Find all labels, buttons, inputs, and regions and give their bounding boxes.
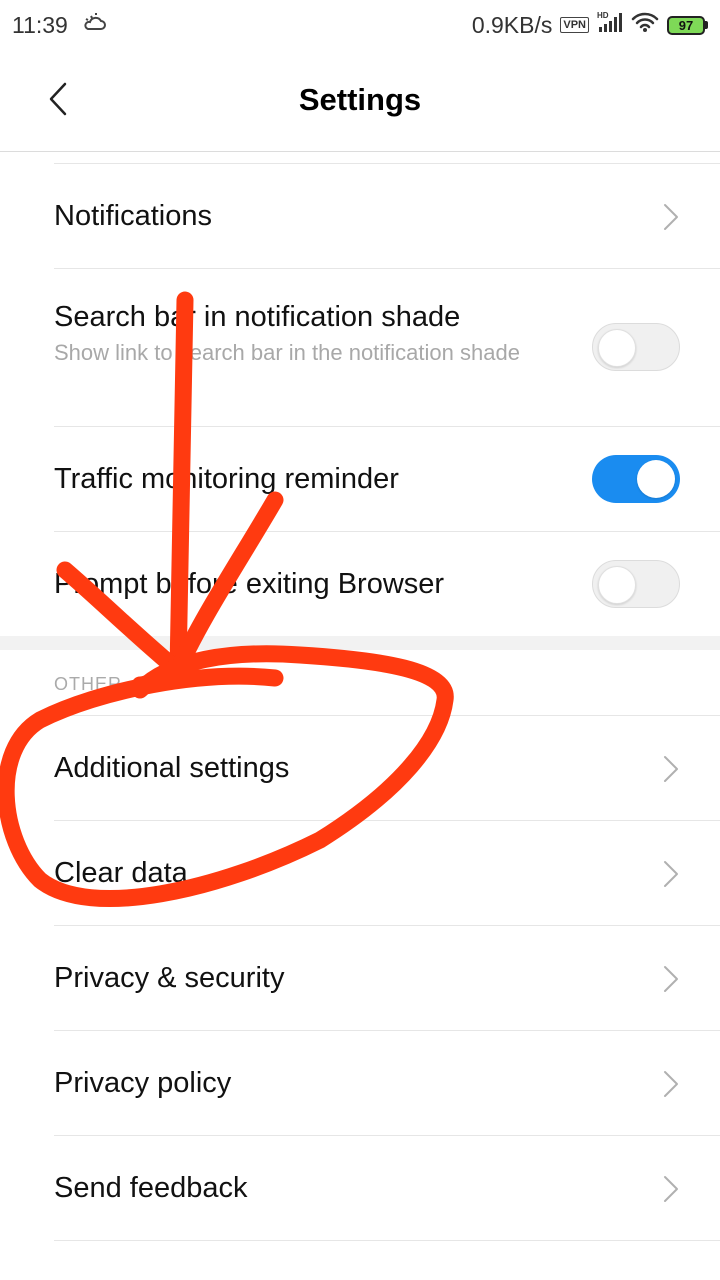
status-bar: 11:39 0.9KB/s VPN HD 97	[0, 0, 720, 50]
prompt-exit-row[interactable]: Prompt before exiting Browser	[54, 532, 720, 636]
row-label: Privacy & security	[54, 962, 285, 994]
chevron-right-icon	[664, 1176, 678, 1202]
traffic-monitoring-toggle[interactable]	[592, 455, 680, 503]
cloud-sun-icon	[82, 10, 108, 40]
svg-text:HD: HD	[597, 11, 609, 20]
notifications-row[interactable]: Notifications	[54, 164, 720, 269]
row-label: Notifications	[54, 200, 212, 232]
section-divider	[0, 636, 720, 650]
wifi-icon	[631, 11, 659, 39]
chevron-right-icon	[664, 756, 678, 782]
row-label: Clear data	[54, 857, 188, 889]
privacy-security-row[interactable]: Privacy & security	[54, 926, 720, 1031]
status-time: 11:39	[12, 11, 68, 38]
section-header-other: OTHER	[54, 650, 720, 716]
traffic-monitoring-row[interactable]: Traffic monitoring reminder	[54, 427, 720, 532]
send-feedback-row[interactable]: Send feedback	[54, 1136, 720, 1241]
settings-list: Notifications Search bar in notification…	[0, 152, 720, 1241]
row-label: Traffic monitoring reminder	[54, 463, 399, 495]
row-label: Prompt before exiting Browser	[54, 568, 445, 600]
privacy-policy-row[interactable]: Privacy policy	[54, 1031, 720, 1136]
additional-settings-row[interactable]: Additional settings	[54, 716, 720, 821]
vpn-badge: VPN	[560, 17, 589, 33]
chevron-right-icon	[664, 966, 678, 992]
row-description: Show link to search bar in the notificat…	[54, 340, 520, 365]
row-label: Search bar in notification shade	[54, 301, 461, 333]
row-label: Privacy policy	[54, 1067, 232, 1099]
clear-data-row[interactable]: Clear data	[54, 821, 720, 926]
search-bar-row[interactable]: Search bar in notification shade Show li…	[54, 269, 720, 427]
chevron-right-icon	[664, 204, 678, 230]
row-label: Send feedback	[54, 1172, 248, 1204]
header: Settings	[0, 50, 720, 152]
section-header-label: OTHER	[54, 674, 122, 694]
battery-level: 97	[667, 15, 705, 35]
search-bar-toggle[interactable]	[592, 323, 680, 371]
chevron-right-icon	[664, 1071, 678, 1097]
battery-icon: 97	[667, 15, 708, 35]
signal-icon: HD	[597, 10, 623, 40]
chevron-right-icon	[664, 861, 678, 887]
page-title: Settings	[298, 82, 422, 117]
row-label: Additional settings	[54, 752, 290, 784]
prompt-exit-toggle[interactable]	[592, 560, 680, 608]
network-speed: 0.9KB/s	[471, 11, 553, 38]
